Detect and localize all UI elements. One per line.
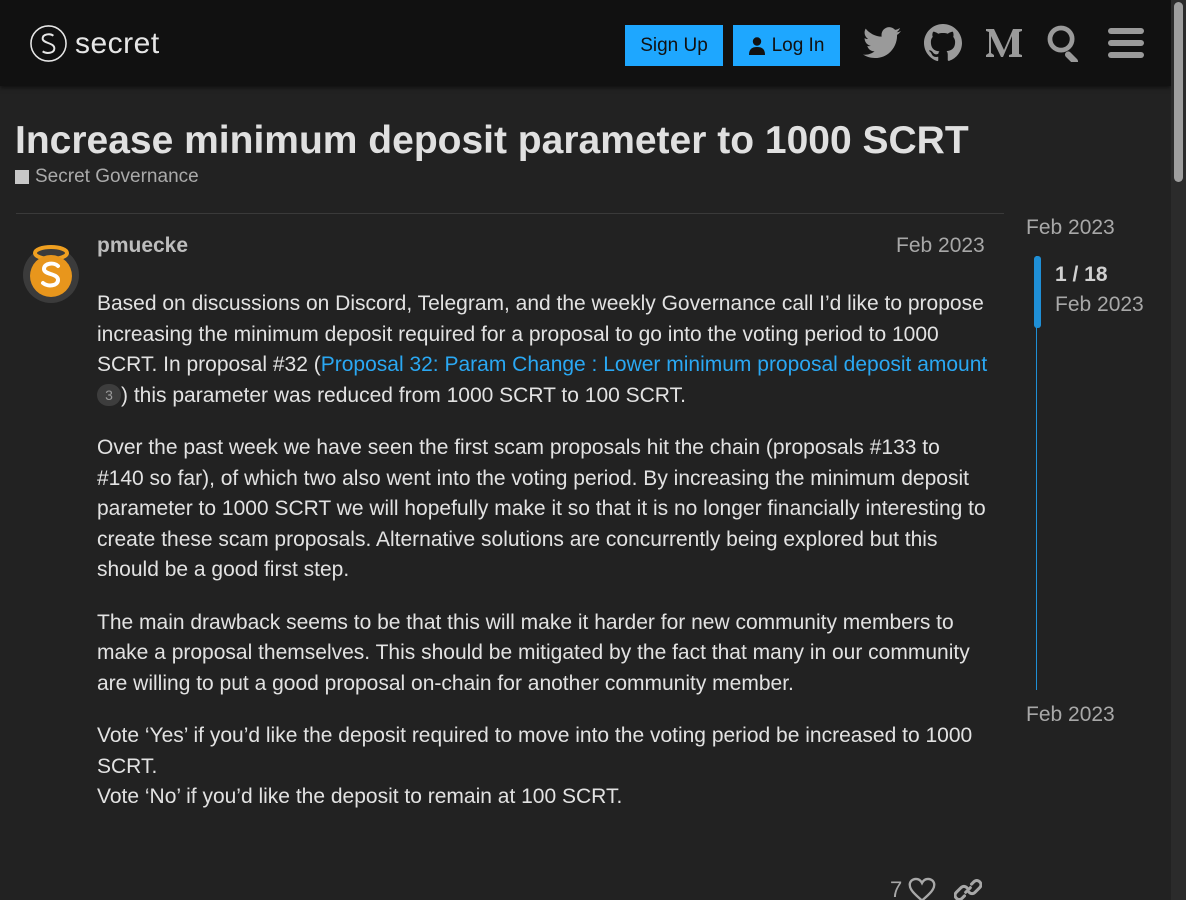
medium-icon <box>986 29 1022 57</box>
timeline-start-date[interactable]: Feb 2023 <box>1026 216 1115 240</box>
log-in-label: Log In <box>771 34 825 56</box>
link-icon[interactable] <box>954 876 983 900</box>
twitter-link[interactable] <box>861 22 903 64</box>
search-button[interactable] <box>1044 22 1086 64</box>
post-paragraph: Vote ‘Yes’ if you’d like the deposit req… <box>97 724 973 808</box>
timeline-scroll-handle[interactable] <box>1034 256 1041 328</box>
hamburger-menu-button[interactable] <box>1105 22 1147 64</box>
post-paragraph: The main drawback seems to be that this … <box>97 610 970 695</box>
log-in-button[interactable]: Log In <box>733 25 840 66</box>
scrollbar-thumb[interactable] <box>1174 2 1183 182</box>
post-author[interactable]: pmuecke <box>97 234 188 258</box>
topic-title[interactable]: Increase minimum deposit parameter to 10… <box>15 118 969 164</box>
proposal-32-link[interactable]: Proposal 32: Param Change : Lower minimu… <box>321 353 988 376</box>
category-color-swatch <box>15 170 29 184</box>
search-icon <box>1047 25 1079 62</box>
heart-icon[interactable] <box>908 876 936 900</box>
post-paragraph: Over the past week we have seen the firs… <box>97 436 986 581</box>
sign-up-button[interactable]: Sign Up <box>625 25 723 66</box>
hamburger-menu-icon <box>1108 28 1144 58</box>
category-label: Secret Governance <box>35 166 199 187</box>
timeline-position-date: Feb 2023 <box>1055 293 1144 316</box>
post-paragraph: Based on discussions on Discord, Telegra… <box>97 292 988 407</box>
link-click-count: 3 <box>97 383 121 406</box>
medium-link[interactable] <box>983 22 1025 64</box>
github-icon <box>924 24 962 62</box>
timeline-position: 1 / 18 <box>1055 263 1108 286</box>
twitter-icon <box>863 27 901 59</box>
page-scrollbar[interactable] <box>1171 0 1186 900</box>
site-header: secret Sign Up Log In <box>0 0 1171 86</box>
post-date[interactable]: Feb 2023 <box>896 234 985 258</box>
secret-logo-icon <box>30 25 67 62</box>
like-count[interactable]: 7 <box>890 877 902 900</box>
post-actions: 7 <box>890 876 983 900</box>
github-link[interactable] <box>922 22 964 64</box>
site-logo[interactable]: secret <box>29 24 160 63</box>
user-icon <box>748 36 765 55</box>
avatar[interactable] <box>22 240 80 305</box>
site-logo-text: secret <box>75 26 160 60</box>
category-badge[interactable]: Secret Governance <box>15 166 199 188</box>
title-divider <box>16 213 1004 214</box>
timeline-end-date[interactable]: Feb 2023 <box>1026 703 1115 727</box>
post-body: Based on discussions on Discord, Telegra… <box>97 289 992 835</box>
avatar-image <box>23 245 79 303</box>
